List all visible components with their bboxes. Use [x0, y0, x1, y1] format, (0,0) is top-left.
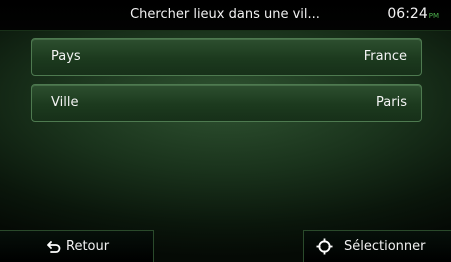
header-bar: Chercher lieux dans une vil... 06:24PM: [0, 0, 451, 31]
back-button-label: Retour: [66, 239, 110, 254]
page-title: Chercher lieux dans une vil...: [130, 7, 320, 22]
country-field[interactable]: Pays France: [31, 38, 422, 76]
back-arrow-icon: [47, 239, 61, 258]
clock-time: 06:24: [387, 6, 428, 22]
clock-ampm: PM: [428, 12, 439, 20]
country-value: France: [363, 49, 407, 64]
city-value: Paris: [376, 95, 407, 110]
crosshair-icon: [316, 238, 333, 259]
country-label: Pays: [51, 49, 81, 64]
clock: 06:24PM: [387, 6, 439, 22]
city-field[interactable]: Ville Paris: [31, 84, 422, 122]
back-button[interactable]: Retour: [0, 230, 154, 262]
select-button-label: Sélectionner: [344, 239, 426, 254]
select-button[interactable]: Sélectionner: [303, 230, 451, 262]
screen-background: Chercher lieux dans une vil... 06:24PM P…: [0, 0, 451, 262]
city-label: Ville: [51, 95, 79, 110]
